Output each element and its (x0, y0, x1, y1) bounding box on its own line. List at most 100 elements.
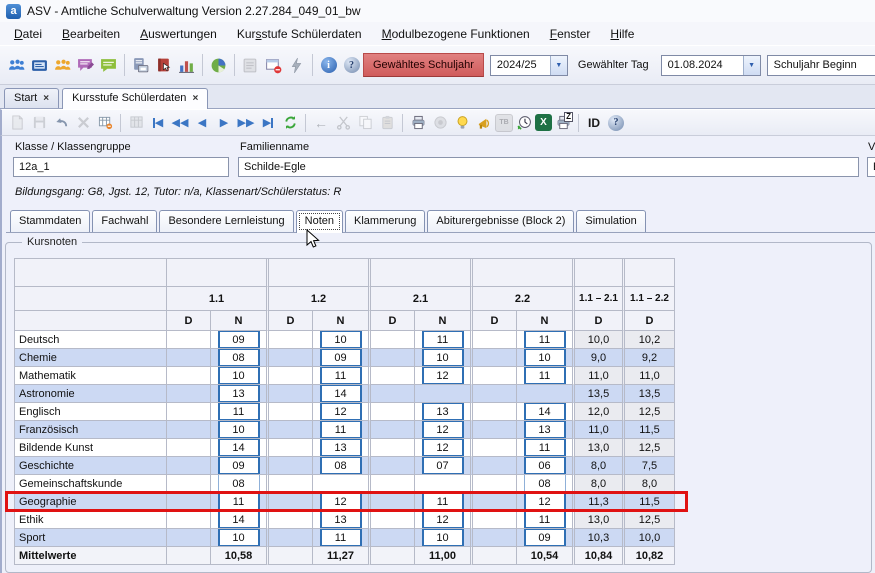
vorname-input[interactable] (867, 157, 875, 177)
menu-item-hilfe[interactable]: Hilfe (600, 24, 644, 44)
actions-icon[interactable] (285, 53, 308, 77)
info-icon[interactable]: i (317, 53, 340, 77)
grade-input[interactable]: 12 (422, 367, 464, 385)
grade-input[interactable]: 09 (218, 331, 260, 349)
grade-input[interactable]: 14 (218, 439, 260, 457)
refresh-icon[interactable] (279, 112, 301, 134)
grade-input[interactable]: 10 (320, 331, 362, 349)
grade-input[interactable]: 06 (524, 457, 566, 475)
grade-input[interactable]: 13 (524, 421, 566, 439)
grade-input[interactable]: 11 (422, 331, 464, 349)
grade-input[interactable]: 14 (320, 385, 362, 403)
grade-input[interactable]: 13 (422, 403, 464, 421)
grade-input[interactable]: 10 (218, 421, 260, 439)
undo-icon[interactable] (50, 112, 72, 134)
menu-item-modulbezogene-funktionen[interactable]: Modulbezogene Funktionen (372, 24, 540, 44)
grade-input[interactable]: 09 (320, 349, 362, 367)
nav-fast-prev-button[interactable]: ◀◀ (169, 112, 191, 134)
tab-stammdaten[interactable]: Stammdaten (10, 210, 90, 232)
message-edit-icon[interactable] (74, 53, 97, 77)
report-print-icon[interactable] (129, 53, 152, 77)
menu-item-kursstufe-schuelerdaten[interactable]: Kursstufe Schülerdaten (227, 24, 372, 44)
nav-prev-button[interactable]: ◀ (191, 112, 213, 134)
paste-icon[interactable] (376, 112, 398, 134)
table-edit-icon[interactable] (94, 112, 116, 134)
nav-last-button[interactable]: ▶ (257, 112, 279, 134)
nav-first-button[interactable]: ◀ (147, 112, 169, 134)
notify-icon[interactable] (473, 112, 495, 134)
chevron-down-icon[interactable]: ▼ (743, 56, 760, 75)
grade-input[interactable]: 11 (320, 421, 362, 439)
grade-input[interactable]: 11 (218, 403, 260, 421)
users-icon[interactable] (5, 53, 28, 77)
grade-input[interactable]: 11 (320, 529, 362, 547)
copy-icon[interactable] (354, 112, 376, 134)
tab-fachwahl[interactable]: Fachwahl (92, 210, 157, 232)
klasse-input[interactable] (13, 157, 229, 177)
grade-input[interactable]: 14 (524, 403, 566, 421)
menu-item-datei[interactable]: Datei (4, 24, 52, 44)
print-icon[interactable] (407, 112, 429, 134)
students-icon[interactable] (51, 53, 74, 77)
excel-icon[interactable]: X (535, 114, 552, 131)
grade-input[interactable]: 12 (422, 511, 464, 529)
tab-besondere-lernleistung[interactable]: Besondere Lernleistung (159, 210, 293, 232)
id-button[interactable]: ID (583, 114, 605, 132)
new-icon[interactable] (6, 112, 28, 134)
notes-icon[interactable] (239, 53, 262, 77)
grade-input[interactable]: 13 (320, 439, 362, 457)
grade-input[interactable]: 13 (320, 511, 362, 529)
grade-input[interactable]: 09 (218, 457, 260, 475)
grade-input[interactable]: 08 (320, 457, 362, 475)
menu-item-bearbeiten[interactable]: Bearbeiten (52, 24, 130, 44)
grade-input[interactable]: 08 (218, 349, 260, 367)
statistics-icon[interactable] (175, 53, 198, 77)
tab-abiturergebnisse-block-2[interactable]: Abiturergebnisse (Block 2) (427, 210, 574, 232)
tab-start[interactable]: Start × (4, 88, 59, 108)
schedule-icon[interactable] (513, 112, 535, 134)
pie-chart-icon[interactable] (207, 53, 230, 77)
help-icon[interactable]: ? (340, 53, 363, 77)
grade-input[interactable]: 12 (320, 403, 362, 421)
grade-input[interactable]: 13 (218, 385, 260, 403)
grade-input[interactable]: 10 (422, 349, 464, 367)
grade-input[interactable]: 11 (218, 493, 260, 511)
menu-item-fenster[interactable]: Fenster (540, 24, 601, 44)
module-window-icon[interactable] (262, 53, 285, 77)
cut-icon[interactable] (332, 112, 354, 134)
familienname-input[interactable] (238, 157, 859, 177)
tab-kursstufe-schuelerdaten[interactable]: Kursstufe Schülerdaten × (62, 88, 208, 109)
schuljahr-select[interactable]: 2024/25 ▼ (490, 55, 568, 76)
save-icon[interactable] (28, 112, 50, 134)
gewaehltes-schuljahr-button[interactable]: Gewähltes Schuljahr (363, 53, 484, 77)
grade-input[interactable]: 07 (422, 457, 464, 475)
grade-input[interactable]: 12 (524, 493, 566, 511)
grade-input[interactable]: 14 (218, 511, 260, 529)
zeitpunkt-select[interactable]: Schuljahr Beginn ▼ (767, 55, 875, 76)
class-board-icon[interactable] (28, 53, 51, 77)
chevron-down-icon[interactable]: ▼ (550, 56, 567, 75)
nav-fast-next-button[interactable]: ▶▶ (235, 112, 257, 134)
grade-input[interactable]: 10 (218, 529, 260, 547)
grade-input[interactable]: 11 (524, 367, 566, 385)
tag-date-select[interactable]: 01.08.2024 ▼ (661, 55, 761, 76)
grade-input[interactable]: 09 (524, 529, 566, 547)
menu-item-auswertungen[interactable]: Auswertungen (130, 24, 227, 44)
tab-klammerung[interactable]: Klammerung (345, 210, 425, 232)
tab-simulation[interactable]: Simulation (576, 210, 645, 232)
grade-input[interactable]: 10 (422, 529, 464, 547)
course-book-icon[interactable] (152, 53, 175, 77)
grade-input[interactable]: 11 (320, 367, 362, 385)
grade-input[interactable]: 11 (524, 439, 566, 457)
close-icon[interactable]: × (43, 93, 49, 104)
grade-input[interactable]: 10 (218, 367, 260, 385)
tb-icon[interactable]: TB (495, 114, 513, 132)
grade-input[interactable]: 11 (422, 493, 464, 511)
print-z-icon[interactable]: Z (552, 112, 574, 134)
delete-icon[interactable] (72, 112, 94, 134)
hint-icon[interactable] (451, 112, 473, 134)
message-icon[interactable] (97, 53, 120, 77)
grade-input[interactable]: 08 (218, 475, 260, 493)
nav-next-button[interactable]: ▶ (213, 112, 235, 134)
record-icon[interactable] (429, 112, 451, 134)
